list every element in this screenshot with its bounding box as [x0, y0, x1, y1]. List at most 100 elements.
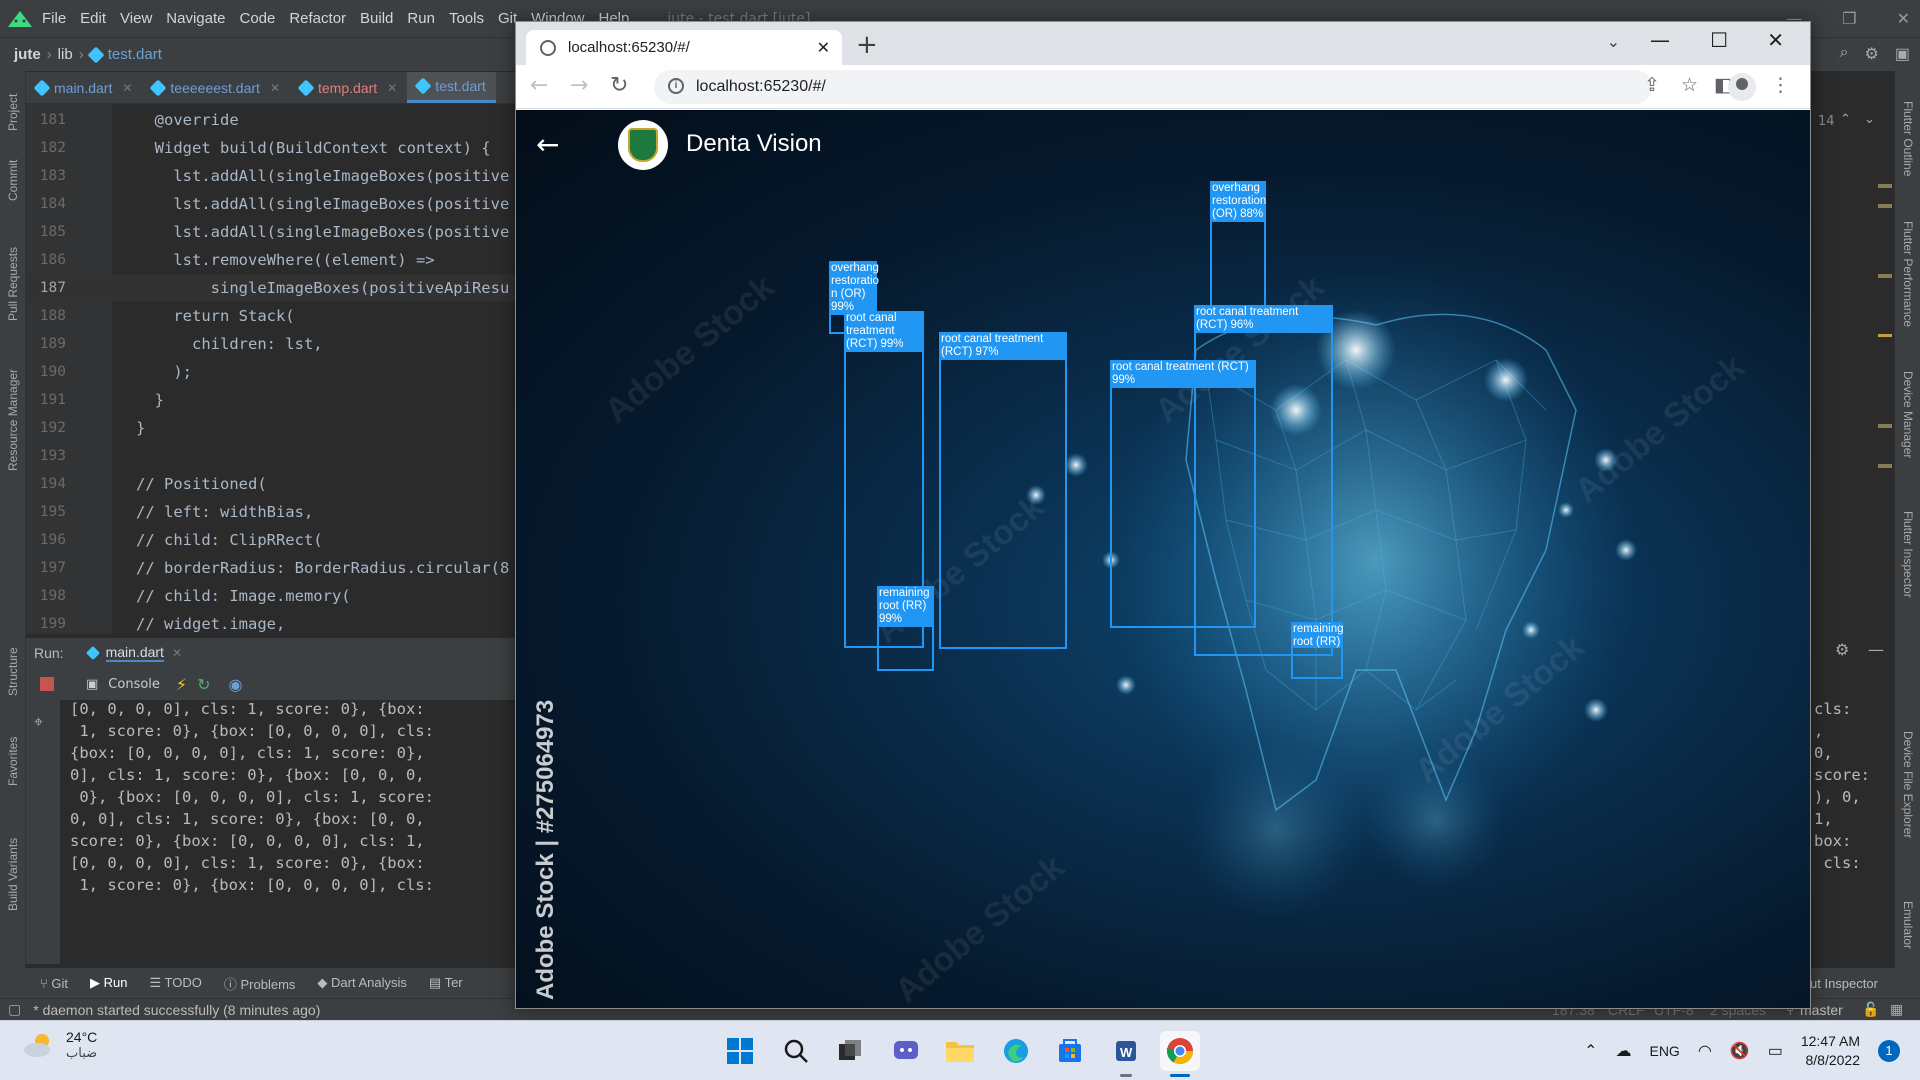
hot-reload-icon[interactable]: ⚡ — [176, 675, 187, 694]
detection-box-rct-2[interactable]: root canal treatment (RCT) 97% — [939, 332, 1067, 649]
gutter-marker[interactable] — [1878, 274, 1892, 278]
task-view-button[interactable] — [830, 1031, 870, 1071]
run-tab-main[interactable]: main.dart — [105, 644, 164, 662]
gutter-marker[interactable] — [1878, 204, 1892, 208]
word-button[interactable]: W — [1106, 1031, 1146, 1077]
tool-project[interactable]: Project — [6, 94, 20, 131]
site-info-icon[interactable]: i — [668, 78, 684, 94]
close-icon[interactable]: ✕ — [1897, 9, 1910, 28]
devtools-icon[interactable]: ◉ — [229, 675, 243, 694]
tool-commit[interactable]: Commit — [6, 160, 20, 201]
detection-box-rr-1[interactable]: remaining root (RR) 99% — [877, 586, 934, 671]
browser-tab[interactable]: localhost:65230/#/ ✕ — [526, 30, 842, 65]
forward-icon[interactable]: → — [570, 73, 588, 98]
back-icon[interactable]: ← — [530, 73, 548, 98]
chevron-down-icon[interactable]: ⌄ — [1864, 112, 1875, 127]
tool-resource-manager[interactable]: Resource Manager — [6, 369, 20, 471]
minimize-icon[interactable]: — — [1650, 28, 1670, 52]
menu-file[interactable]: File — [42, 10, 66, 27]
terminal-tab[interactable]: ▤ Ter — [429, 975, 463, 991]
tool-emulator[interactable]: Emulator — [1901, 901, 1915, 949]
file-explorer-button[interactable] — [940, 1031, 980, 1071]
detection-box-rr-2[interactable]: remaining root (RR) 13% — [1291, 622, 1343, 679]
close-tab-icon[interactable]: ✕ — [387, 81, 397, 95]
gutter-marker[interactable] — [1878, 424, 1892, 428]
close-tab-icon[interactable]: ✕ — [270, 81, 280, 95]
new-tab-button[interactable]: + — [856, 30, 878, 60]
detection-box-or-1[interactable]: overhang restoration (OR) 88% — [1210, 181, 1266, 308]
tab-main-dart[interactable]: main.dart ✕ — [26, 72, 142, 103]
minimize-panel-icon[interactable]: — — [1868, 640, 1884, 659]
chevron-up-icon[interactable]: ⌃ — [1840, 112, 1851, 127]
tool-favorites[interactable]: Favorites — [6, 737, 20, 786]
run-tab[interactable]: ▶ Run — [90, 975, 127, 991]
console-tab[interactable]: Console — [108, 677, 160, 692]
weather-widget[interactable]: 24°C ضباب — [22, 1029, 97, 1061]
onedrive-cloud-icon[interactable]: ☁ — [1615, 1041, 1631, 1061]
breadcrumb-file[interactable]: test.dart — [108, 46, 162, 63]
menu-code[interactable]: Code — [239, 10, 275, 27]
gutter-marker[interactable] — [1878, 184, 1892, 188]
reload-icon[interactable]: ↻ — [610, 73, 628, 98]
close-tab-icon[interactable]: ✕ — [817, 38, 830, 58]
gutter-marker[interactable] — [1878, 464, 1892, 468]
menu-run[interactable]: Run — [407, 10, 435, 27]
tool-flutter-inspector[interactable]: Flutter Inspector — [1901, 511, 1915, 598]
profile-icon[interactable]: ▣ — [1895, 44, 1910, 64]
tool-device-manager[interactable]: Device Manager — [1901, 371, 1915, 458]
share-icon[interactable]: ⇪ — [1644, 74, 1660, 96]
search-icon[interactable]: ⌕ — [1840, 44, 1849, 64]
restore-icon[interactable]: ❐ — [1842, 9, 1856, 28]
git-tab[interactable]: ⑂ Git — [40, 976, 68, 991]
layout-inspector-tab[interactable]: ut Inspector — [1810, 976, 1878, 991]
bookmark-star-icon[interactable]: ☆ — [1681, 74, 1698, 96]
tab-temp-dart[interactable]: temp.dart ✕ — [290, 72, 407, 103]
close-run-tab-icon[interactable]: ✕ — [172, 646, 182, 660]
clock[interactable]: 12:47 AM 8/8/2022 — [1801, 1032, 1860, 1070]
tab-teeeeeest-dart[interactable]: teeeeeest.dart ✕ — [142, 72, 290, 103]
language-indicator[interactable]: ENG — [1649, 1043, 1679, 1059]
todo-tab[interactable]: ☰ TODO — [150, 975, 202, 991]
store-button[interactable] — [1050, 1031, 1090, 1071]
close-tab-icon[interactable]: ✕ — [122, 81, 132, 95]
menu-edit[interactable]: Edit — [80, 10, 106, 27]
gutter-marker[interactable] — [1878, 334, 1892, 337]
tool-flutter-outline[interactable]: Flutter Outline — [1901, 101, 1915, 176]
tab-test-dart[interactable]: test.dart — [407, 72, 496, 103]
wifi-icon[interactable]: ◠ — [1698, 1041, 1712, 1061]
dart-analysis-tab[interactable]: ◆ Dart Analysis — [317, 975, 406, 991]
hot-restart-icon[interactable]: ↻ — [197, 675, 210, 694]
tool-flutter-performance[interactable]: Flutter Performance — [1901, 221, 1915, 327]
maximize-icon[interactable]: ☐ — [1710, 28, 1728, 52]
breadcrumb-folder[interactable]: lib — [58, 46, 73, 63]
event-log-icon[interactable]: ▦ — [1890, 1001, 1903, 1018]
gear-icon[interactable]: ⚙ — [1865, 44, 1879, 64]
menu-tools[interactable]: Tools — [449, 10, 484, 27]
pin-icon[interactable]: ⌖ — [34, 712, 43, 732]
gear-icon[interactable]: ⚙ — [1835, 640, 1849, 659]
console-output[interactable]: [0, 0, 0, 0], cls: 1, score: 0}, {box: 1… — [60, 700, 526, 964]
tool-device-file-explorer[interactable]: Device File Explorer — [1901, 731, 1915, 838]
detection-box-rct-4[interactable]: root canal treatment (RCT) 99% — [1110, 360, 1256, 628]
address-bar[interactable]: i localhost:65230/#/ — [654, 70, 1652, 104]
search-button[interactable] — [776, 1031, 816, 1071]
chevron-up-icon[interactable]: ⌃ — [1584, 1041, 1597, 1061]
tab-search-icon[interactable]: ⌄ — [1607, 32, 1620, 51]
breadcrumb-project[interactable]: jute — [14, 46, 41, 63]
teams-chat-button[interactable] — [886, 1031, 926, 1071]
more-menu-icon[interactable]: ⋮ — [1771, 74, 1790, 96]
edge-button[interactable] — [996, 1031, 1036, 1071]
battery-icon[interactable]: ▭ — [1768, 1041, 1783, 1061]
lock-icon[interactable]: 🔓 — [1862, 1001, 1879, 1018]
menu-build[interactable]: Build — [360, 10, 393, 27]
tool-structure[interactable]: Structure — [6, 647, 20, 696]
panel-toggle-icon[interactable]: ▢ — [8, 1001, 21, 1018]
code-editor[interactable]: 181 @override 182 Widget build(BuildCont… — [26, 104, 526, 634]
volume-muted-icon[interactable]: 🔇 — [1730, 1041, 1750, 1061]
chrome-button[interactable] — [1160, 1031, 1200, 1077]
tool-pull-requests[interactable]: Pull Requests — [6, 247, 20, 321]
notification-badge[interactable]: 1 — [1878, 1040, 1900, 1062]
menu-navigate[interactable]: Navigate — [166, 10, 225, 27]
start-button[interactable] — [720, 1031, 760, 1071]
back-arrow-icon[interactable]: ← — [536, 128, 559, 161]
